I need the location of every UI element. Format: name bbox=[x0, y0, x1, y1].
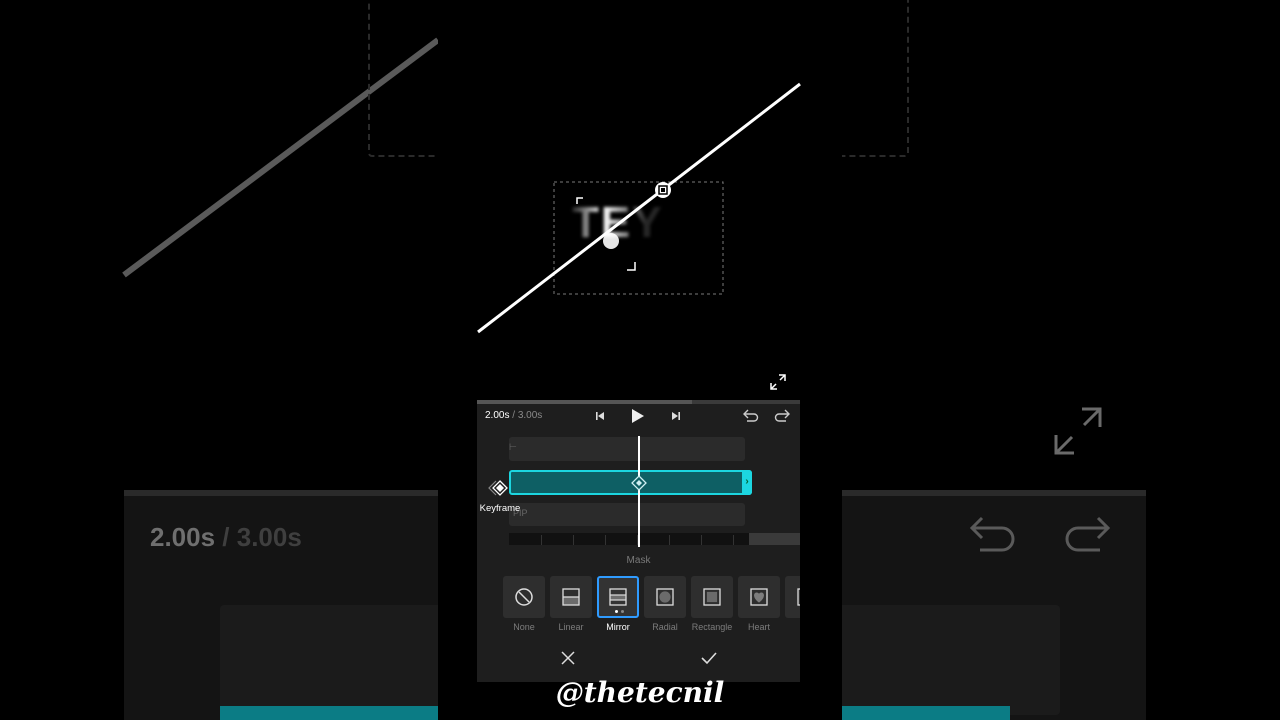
bg-time-readout: 2.00s / 3.00s bbox=[150, 522, 302, 552]
playhead[interactable] bbox=[638, 436, 640, 547]
top-track[interactable]: ⊢ bbox=[509, 437, 745, 461]
undo-button[interactable] bbox=[741, 407, 761, 425]
mask-option-radial[interactable]: Radial bbox=[644, 576, 686, 632]
circle-slash-icon bbox=[515, 588, 533, 606]
mask-option-linear[interactable]: Linear bbox=[550, 576, 592, 632]
watermark: @thetecnil bbox=[555, 676, 725, 709]
current-time: 2.00s bbox=[485, 410, 510, 421]
heart-mask-icon bbox=[750, 588, 768, 606]
fullscreen-icon[interactable] bbox=[768, 372, 788, 392]
time-readout: 2.00s / 3.00s bbox=[485, 410, 543, 421]
mask-option-more[interactable] bbox=[785, 576, 800, 618]
thumbnail-strip[interactable] bbox=[509, 533, 800, 545]
check-icon bbox=[701, 652, 717, 665]
skip-forward-button[interactable] bbox=[669, 407, 683, 425]
keyframe-label: Keyframe bbox=[479, 503, 521, 514]
cancel-button[interactable] bbox=[554, 646, 582, 670]
mirror-mask-icon bbox=[609, 588, 627, 606]
play-button[interactable] bbox=[629, 407, 647, 425]
redo-icon bbox=[774, 409, 790, 422]
clip-trim-handle[interactable]: › bbox=[742, 470, 752, 495]
phone-screen: TEY 2.00s / 3.00s bbox=[438, 0, 842, 720]
keyframe-add-icon bbox=[488, 480, 508, 496]
undo-icon bbox=[743, 409, 759, 422]
skip-back-icon bbox=[596, 412, 604, 420]
redo-button[interactable] bbox=[772, 407, 792, 425]
pip-track[interactable]: PIP bbox=[509, 503, 745, 526]
close-icon bbox=[561, 651, 575, 665]
progress-strip bbox=[477, 400, 800, 404]
keyframe-button[interactable]: Keyframe bbox=[477, 480, 523, 514]
video-preview[interactable]: TEY bbox=[438, 0, 842, 400]
rectangle-mask-icon bbox=[703, 588, 721, 606]
play-icon bbox=[632, 409, 644, 423]
mask-option-rectangle[interactable]: Rectangle bbox=[691, 576, 733, 632]
page-dots bbox=[615, 610, 624, 613]
keyframe-marker-icon[interactable] bbox=[631, 475, 647, 491]
bg-redo-icon bbox=[1065, 516, 1111, 552]
mask-option-heart[interactable]: Heart bbox=[738, 576, 780, 632]
total-time: 3.00s bbox=[517, 410, 543, 421]
mask-line[interactable] bbox=[438, 0, 842, 400]
skip-back-button[interactable] bbox=[593, 407, 607, 425]
bg-undo-icon bbox=[969, 516, 1015, 552]
linear-mask-icon bbox=[562, 588, 580, 606]
more-mask-icon bbox=[797, 588, 800, 606]
bg-expand-icon bbox=[1054, 407, 1102, 455]
mask-options: None Linear Mirror Radial Rectangle Hear… bbox=[503, 576, 800, 636]
radial-mask-icon bbox=[656, 588, 674, 606]
mask-option-none[interactable]: None bbox=[503, 576, 545, 632]
skip-forward-icon bbox=[672, 412, 680, 420]
confirm-button[interactable] bbox=[695, 646, 723, 670]
mask-option-mirror[interactable]: Mirror bbox=[597, 576, 639, 632]
mask-section-title: Mask bbox=[626, 555, 651, 566]
editor-panel: 2.00s / 3.00s ⊢ › PIP Keyframe Mask None… bbox=[477, 400, 800, 682]
